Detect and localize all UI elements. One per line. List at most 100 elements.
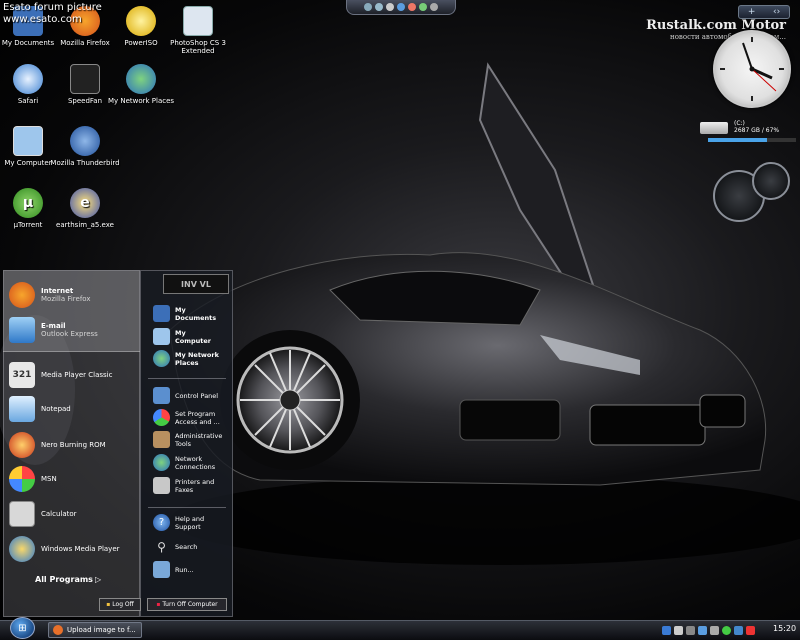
program-label: Notepad (41, 405, 71, 413)
program-access-icon (153, 409, 170, 426)
drive-label: (C:) (734, 120, 745, 127)
dock-icon[interactable] (397, 3, 405, 11)
program-nero[interactable]: Nero Burning ROM (9, 432, 106, 458)
tray-icon[interactable] (686, 625, 695, 635)
key-icon: ▪ (106, 601, 111, 608)
start-menu-brand-logo: INV VL (163, 274, 229, 294)
watermark-line1: Esato forum picture (3, 2, 102, 13)
desktop-icon-label: PowerISO (124, 39, 158, 47)
right-item-label: Run... (175, 565, 194, 574)
all-programs-label[interactable]: All Programs (35, 575, 93, 584)
dock-icon[interactable] (419, 3, 427, 11)
pinned-internet[interactable]: Internet Mozilla Firefox (9, 282, 91, 308)
turn-off-label: Turn Off Computer (162, 601, 218, 608)
analog-clock-gadget[interactable] (713, 30, 791, 108)
desktop-icon-thunderbird[interactable]: Mozilla Thunderbird (50, 126, 120, 167)
start-menu: INV VL Internet Mozilla Firefox E-mail Out… (3, 270, 233, 617)
my-computer-icon (153, 328, 170, 345)
windows-logo-icon: ⊞ (18, 622, 27, 634)
dock-icon[interactable] (408, 3, 416, 11)
program-media-player-classic[interactable]: 321 Media Player Classic (9, 362, 112, 388)
program-label: Nero Burning ROM (41, 441, 106, 449)
utorrent-icon: µ (13, 188, 43, 218)
my-computer-icon (13, 126, 43, 156)
network-places-icon (126, 64, 156, 94)
dock-icon[interactable] (375, 3, 383, 11)
desktop-icon-label: µTorrent (13, 221, 43, 229)
right-item-set-program-access[interactable]: Set Program Access and ... (153, 409, 223, 426)
right-item-search[interactable]: ⚲ Search (153, 538, 197, 555)
firefox-icon (53, 625, 63, 635)
program-windows-media-player[interactable]: Windows Media Player (9, 536, 120, 562)
network-connections-icon (153, 454, 170, 471)
earthsim-icon: e (70, 188, 100, 218)
pinned-subtitle: Outlook Express (41, 330, 98, 338)
tray-icon[interactable] (734, 625, 743, 635)
desktop-icon-network-places[interactable]: My Network Places (106, 64, 176, 105)
top-dock[interactable] (346, 0, 456, 15)
menu-separator (148, 507, 226, 508)
right-item-label: Set Program Access and ... (175, 409, 220, 426)
desktop-icon-label: Mozilla Thunderbird (50, 159, 120, 167)
tray-icon[interactable] (710, 625, 719, 635)
right-item-network-connections[interactable]: Network Connections (153, 454, 223, 471)
windows-media-player-icon (9, 536, 35, 562)
tray-icon[interactable] (674, 625, 683, 635)
control-panel-icon (153, 387, 170, 404)
tray-icon[interactable] (746, 625, 755, 635)
program-label: Windows Media Player (41, 545, 120, 553)
program-msn[interactable]: MSN (9, 466, 57, 492)
desktop-icon-label: SpeedFan (67, 97, 103, 105)
dock-icon[interactable] (364, 3, 372, 11)
right-item-label: Network Connections (175, 454, 216, 471)
firefox-icon (9, 282, 35, 308)
right-item-network-places[interactable]: My Network Places (153, 350, 223, 367)
hard-drive-icon (700, 122, 728, 134)
right-item-printers[interactable]: Printers and Faxes (153, 477, 223, 494)
program-calculator[interactable]: Calculator (9, 501, 77, 527)
all-programs-arrow-icon[interactable]: ▷ (95, 575, 101, 584)
add-gadget-icon[interactable]: + (748, 7, 756, 17)
desktop-icon-earthsim[interactable]: e earthsim_a5.exe (50, 188, 120, 229)
sidebar-controls[interactable]: + ‹› (738, 5, 790, 19)
poweriso-icon (126, 6, 156, 36)
tray-icon[interactable] (698, 625, 707, 635)
drive-usage-bar (708, 138, 796, 142)
log-off-button[interactable]: ▪ Log Off (99, 598, 141, 611)
taskbar-clock[interactable]: 15:20 (773, 624, 796, 633)
right-item-label: My Documents (175, 305, 217, 322)
chevron-icon[interactable]: ‹› (773, 7, 780, 17)
desktop-icon-label: PhotoShop CS 3 Extended (170, 39, 226, 55)
dock-icon[interactable] (386, 3, 394, 11)
speedfan-icon (70, 64, 100, 94)
pinned-email[interactable]: E-mail Outlook Express (9, 317, 98, 343)
clock-face-icon (720, 37, 784, 101)
tray-icon[interactable] (662, 625, 671, 635)
program-notepad[interactable]: Notepad (9, 396, 71, 422)
right-item-admin-tools[interactable]: Administrative Tools (153, 431, 223, 448)
calculator-icon (9, 501, 35, 527)
right-item-run[interactable]: Run... (153, 561, 194, 578)
right-item-help[interactable]: ? Help and Support (153, 514, 219, 531)
turn-off-button[interactable]: ▪ Turn Off Computer (147, 598, 227, 611)
tray-icon[interactable] (722, 625, 731, 635)
right-item-label: My Network Places (175, 350, 219, 367)
menu-separator (148, 378, 226, 379)
right-item-control-panel[interactable]: Control Panel (153, 387, 218, 404)
admin-tools-icon (153, 431, 170, 448)
ram-gauge-gadget[interactable] (752, 162, 790, 200)
desktop-icon-photoshop[interactable]: PhotoShop CS 3 Extended (163, 6, 233, 55)
photoshop-icon (183, 6, 213, 36)
start-button[interactable]: ⊞ (10, 617, 35, 639)
desktop-icon-label: My Network Places (107, 97, 175, 105)
desktop-icon-label: Safari (17, 97, 39, 105)
right-item-label: Help and Support (175, 514, 205, 531)
right-item-my-documents[interactable]: My Documents (153, 305, 219, 322)
drive-meter-gadget[interactable]: (C:) 2687 GB / 67% (700, 120, 796, 142)
notepad-icon (9, 396, 35, 422)
right-item-label: Administrative Tools (175, 431, 223, 448)
watermark: Esato forum picture www.esato.com (3, 2, 102, 26)
taskbar-button-upload[interactable]: Upload image to f... (48, 622, 142, 638)
right-item-my-computer[interactable]: My Computer (153, 328, 219, 345)
dock-icon[interactable] (430, 3, 438, 11)
